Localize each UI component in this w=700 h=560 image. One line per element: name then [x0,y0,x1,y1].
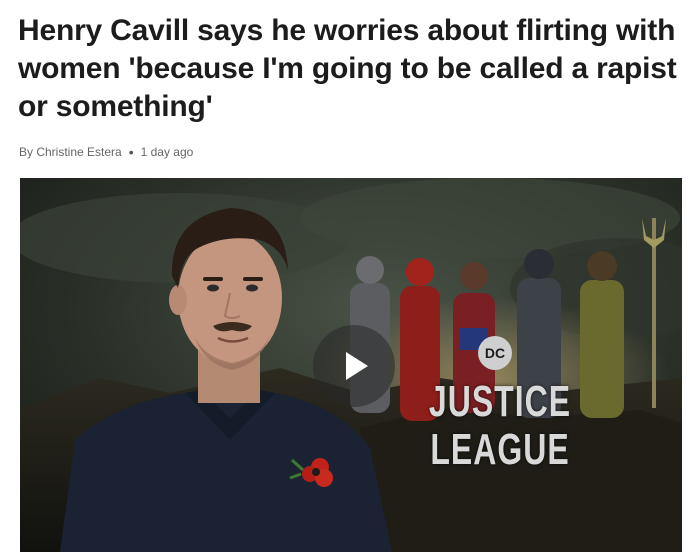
article-headline[interactable]: Henry Cavill says he worries about flirt… [18,12,694,126]
dc-logo-badge: DC [478,336,512,370]
play-button[interactable] [313,325,395,407]
author-name[interactable]: By Christine Estera [19,145,122,159]
byline-separator: • [128,144,134,160]
video-player[interactable]: DC JUSTICE LEAGUE [20,178,682,552]
logo-line-league: LEAGUE [430,424,570,474]
byline: By Christine Estera • 1 day ago [19,145,193,159]
logo-line-justice: JUSTICE [428,376,572,426]
publish-time: 1 day ago [140,145,194,159]
play-icon [346,352,368,380]
